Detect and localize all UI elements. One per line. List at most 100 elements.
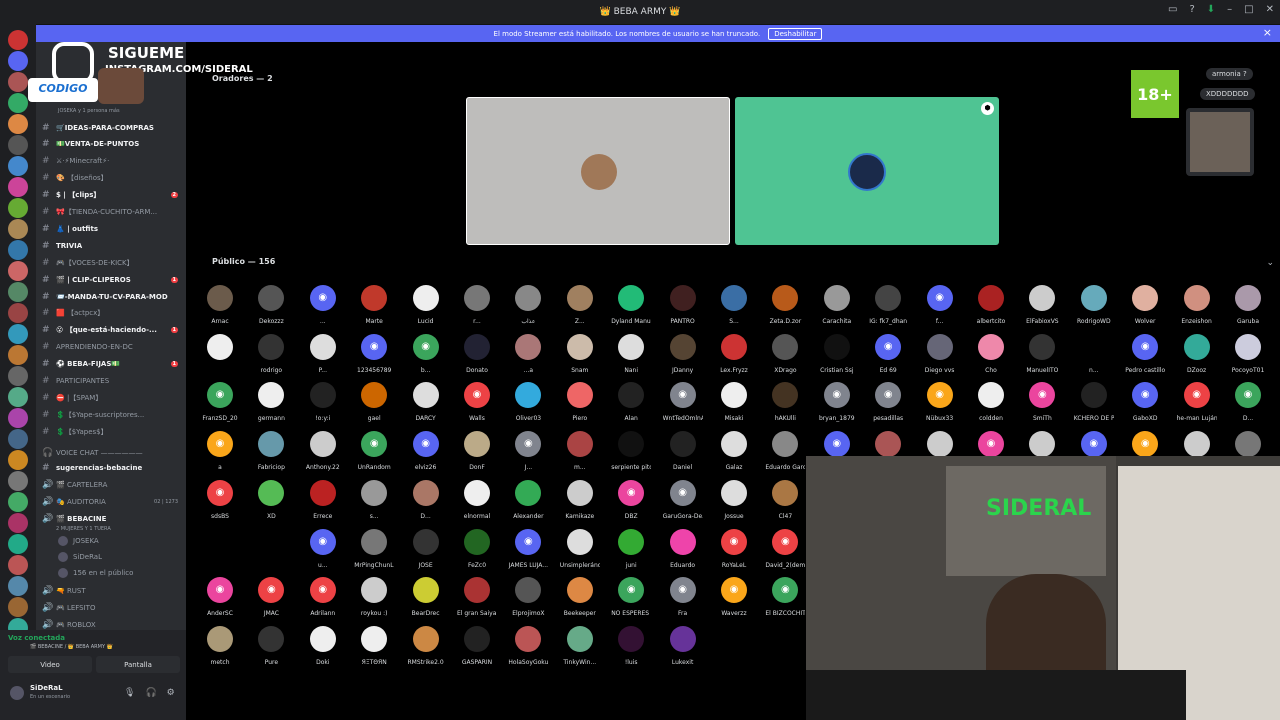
audience-member[interactable]: Z... xyxy=(560,285,600,331)
voice-member[interactable]: 156 en el público xyxy=(58,565,200,580)
audience-member[interactable]: ◉ SmiTh xyxy=(1022,382,1062,428)
video-button[interactable]: Video xyxy=(8,656,92,673)
server-icon[interactable] xyxy=(8,72,28,92)
server-icon[interactable] xyxy=(8,597,28,617)
channel-item[interactable]: # 🎮【VOCES-DE-KICK】 xyxy=(42,255,184,270)
channel-item[interactable]: # 🎀【TIENDA-CUCHITO-ARM... xyxy=(42,205,184,220)
audience-member[interactable]: Cl47 xyxy=(765,479,805,526)
audience-member[interactable]: JDanny xyxy=(663,333,703,380)
channel-item[interactable]: # 🟥 【actpcx】 xyxy=(42,306,184,321)
chevron-down-icon[interactable]: ⌄ xyxy=(1266,258,1274,268)
audience-member[interactable]: ◉ Nübux33 xyxy=(920,382,960,428)
audience-member[interactable]: Pure xyxy=(251,625,291,672)
server-icon[interactable] xyxy=(8,513,28,533)
audience-member[interactable]: ◉ J... xyxy=(508,431,548,477)
help-icon[interactable]: ? xyxy=(1189,4,1194,15)
audience-member[interactable]: P... xyxy=(303,333,343,380)
audience-member[interactable]: Kamikaze xyxy=(560,479,600,526)
audience-member[interactable]: serpiente piton xyxy=(611,431,651,477)
audience-member[interactable]: Dekozzz xyxy=(251,285,291,331)
voice-channel-item[interactable]: 🔊 🎮 LEFSITO xyxy=(42,600,184,615)
audience-member[interactable]: ◉ DBZ xyxy=(611,479,651,526)
audience-member[interactable]: MrPingChunL... xyxy=(354,528,394,575)
download-icon[interactable]: ⬇ xyxy=(1207,4,1215,15)
audience-member[interactable]: ◉ D... xyxy=(1228,382,1268,428)
audience-member[interactable]: Unsimpleránd... xyxy=(560,528,600,575)
audience-member[interactable]: Jossue xyxy=(714,479,754,526)
audience-member[interactable]: Nani xyxy=(611,333,651,380)
audience-member[interactable]: DZooz xyxy=(1177,333,1217,380)
side-user-1[interactable]: armonia ? xyxy=(1206,68,1253,80)
audience-member[interactable]: gael xyxy=(354,382,394,428)
audience-member[interactable]: ◉ he-man Luján... xyxy=(1177,382,1217,428)
audience-member[interactable]: Cristian Ssj xyxy=(817,333,857,380)
voice-member[interactable]: SiDeRaL xyxy=(58,549,200,564)
audience-member[interactable]: metch xyxy=(200,625,240,672)
audience-member[interactable]: IG: fk7_dhan xyxy=(868,285,908,331)
audience-member[interactable]: Enzeishon xyxy=(1177,285,1217,331)
screen-share-button[interactable]: Pantalla xyxy=(96,656,180,673)
settings-icon[interactable]: ⚙ xyxy=(167,688,175,698)
close-banner-icon[interactable]: × xyxy=(1263,26,1272,39)
server-icon[interactable] xyxy=(8,51,28,71)
audience-member[interactable]: ◉ JAMES LUJA... xyxy=(508,528,548,575)
server-icon[interactable] xyxy=(8,282,28,302)
server-icon[interactable] xyxy=(8,555,28,575)
audience-member[interactable]: HolaSoyGoku xyxy=(508,625,548,672)
audience-member[interactable]: TinkyWin... xyxy=(560,625,600,672)
server-icon[interactable] xyxy=(8,135,28,155)
audience-member[interactable]: PocoyoT01 xyxy=(1228,333,1268,380)
audience-member[interactable]: ◉ David_2(dem... xyxy=(765,528,805,575)
audience-member[interactable]: Eduardo xyxy=(663,528,703,575)
voice-channel-item[interactable]: 🔊 🎬 CARTELERA xyxy=(42,477,184,492)
server-icon[interactable] xyxy=(8,387,28,407)
audience-member[interactable]: ◉ b... xyxy=(406,333,446,380)
audience-member[interactable]: elnormal xyxy=(457,479,497,526)
server-icon[interactable] xyxy=(8,576,28,596)
headphones-icon[interactable]: 🎧 xyxy=(145,688,156,698)
audience-member[interactable]: ◉ pesadillas xyxy=(868,382,908,428)
voice-channel-item[interactable]: 🔊 🔫 RUST xyxy=(42,583,184,598)
audience-member[interactable]: Oliver03 xyxy=(508,382,548,428)
channel-item[interactable]: # 💲【$Yape-suscriptores... xyxy=(42,407,184,422)
audience-member[interactable]: ◉ a xyxy=(200,431,240,477)
audience-member[interactable]: ◉ FranzSD_20 xyxy=(200,382,240,428)
audience-member[interactable]: rodrigo xyxy=(251,333,291,380)
server-icon[interactable] xyxy=(8,219,28,239)
audience-member[interactable]: r... xyxy=(457,285,497,331)
server-icon[interactable] xyxy=(8,429,28,449)
audience-member[interactable]: ...a xyxy=(508,333,548,380)
audience-member[interactable]: albertcito xyxy=(971,285,1011,331)
maximize-button[interactable]: □ xyxy=(1244,4,1253,15)
audience-member[interactable]: coldden xyxy=(971,382,1011,428)
audience-member[interactable]: ◉... xyxy=(303,285,343,331)
channel-item[interactable]: # 💲【$Yapes$】 xyxy=(42,424,184,439)
audience-member[interactable]: PANTRO xyxy=(663,285,703,331)
server-icon[interactable] xyxy=(8,30,28,50)
channel-item[interactable]: # APRENDIENDO-EN-DC xyxy=(42,340,184,355)
speaker-tile-2[interactable]: ⬢ xyxy=(735,97,999,245)
audience-member[interactable]: roykou :) xyxy=(354,577,394,623)
voice-channel-item[interactable]: # sugerencias-bebacine xyxy=(42,460,184,475)
audience-member[interactable]: Piero xyxy=(560,382,600,428)
audience-member[interactable]: ◉ bryan_1879 xyxy=(817,382,857,428)
audience-member[interactable]: Eduardo Garcia xyxy=(765,431,805,477)
audience-member[interactable]: ◉ JMAC xyxy=(251,577,291,623)
audience-member[interactable]: ◉ f... xyxy=(920,285,960,331)
server-icon[interactable] xyxy=(8,324,28,344)
audience-member[interactable]: KCHERO DE P... xyxy=(1074,382,1114,428)
server-icon[interactable] xyxy=(8,345,28,365)
audience-member[interactable]: !o:y:i xyxy=(303,382,343,428)
audience-member[interactable]: D... xyxy=(406,479,446,526)
audience-member[interactable]: JOSE xyxy=(406,528,446,575)
microphone-icon[interactable]: 🎙 xyxy=(124,688,135,698)
audience-member[interactable]: Alan xyxy=(611,382,651,428)
server-icon[interactable] xyxy=(8,156,28,176)
audience-member[interactable]: Arnac xyxy=(200,285,240,331)
audience-member[interactable]: El gran Saiya... xyxy=(457,577,497,623)
server-icon[interactable] xyxy=(8,114,28,134)
audience-member[interactable]: Anthony.22 xyxy=(303,431,343,477)
audience-member[interactable] xyxy=(251,528,291,575)
channel-item[interactable]: # 😮 【que-está-haciendo-... 1 xyxy=(42,323,184,338)
audience-member[interactable]: GASPARIN xyxy=(457,625,497,672)
